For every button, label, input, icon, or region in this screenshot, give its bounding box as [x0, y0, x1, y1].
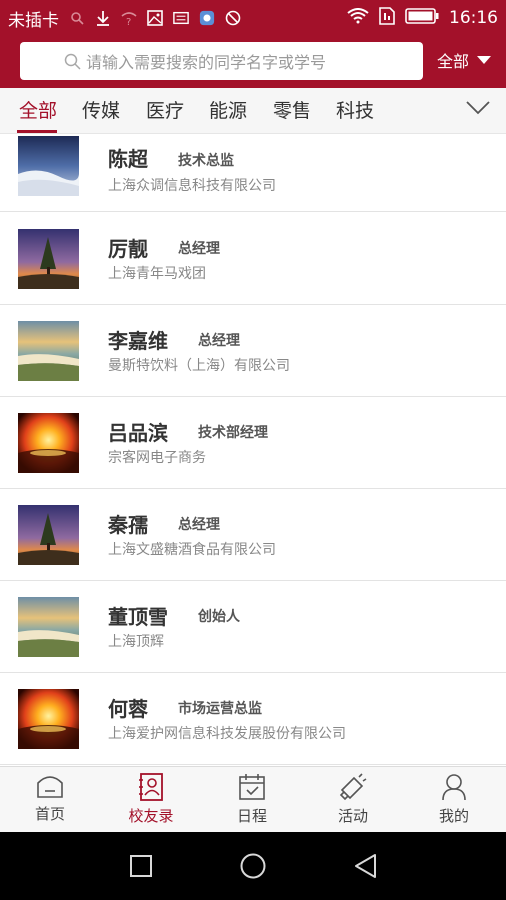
contact-row[interactable]: 李嘉维 总经理 曼斯特饮料（上海）有限公司	[0, 305, 506, 397]
download-icon	[95, 10, 111, 26]
status-right: 16:16	[347, 6, 498, 30]
keyboard-icon	[173, 10, 189, 26]
contact-name: 秦孺	[108, 513, 148, 537]
nav-alumni[interactable]: 校友录	[101, 773, 201, 829]
status-bar: 未插卡 ? 16:16	[0, 0, 506, 36]
home-icon	[37, 776, 63, 798]
clock: 16:16	[449, 8, 498, 28]
calendar-icon	[239, 774, 265, 800]
no-sign-icon	[225, 10, 241, 26]
contact-name: 董顶雪	[108, 605, 168, 629]
search-icon	[69, 10, 85, 26]
contacts-book-icon	[139, 773, 163, 801]
tab-medical[interactable]: 医疗	[146, 96, 184, 123]
nav-home-label: 首页	[34, 805, 65, 823]
avatar	[18, 505, 79, 565]
search-placeholder: 请输入需要搜索的同学名字或学号	[86, 53, 327, 72]
nav-home[interactable]: 首页	[0, 773, 100, 829]
contact-title: 总经理	[178, 517, 220, 533]
tab-all[interactable]: 全部	[19, 96, 57, 123]
contact-title: 技术部经理	[198, 425, 268, 441]
contact-title: 创始人	[198, 609, 240, 625]
contact-title: 市场运营总监	[178, 701, 262, 717]
contact-row[interactable]: 厉靓 总经理 上海青年马戏团	[0, 213, 506, 305]
contact-name: 何蓉	[108, 697, 148, 721]
avatar	[18, 413, 79, 473]
carrier-label: 未插卡	[8, 10, 59, 31]
contact-row[interactable]: 吕品滨 技术部经理 宗客网电子商务	[0, 397, 506, 489]
battery-icon	[405, 7, 439, 29]
search-icon	[64, 53, 81, 74]
image-icon	[147, 10, 163, 26]
contact-company: 上海爱护网信息科技发展股份有限公司	[108, 726, 346, 742]
contact-name: 吕品滨	[108, 421, 168, 445]
nav-schedule[interactable]: 日程	[202, 773, 302, 829]
user-icon	[442, 774, 466, 801]
contact-company: 上海青年马戏团	[108, 266, 206, 282]
nav-events[interactable]: 活动	[303, 773, 403, 829]
recent-apps-icon[interactable]	[129, 854, 153, 878]
active-tab-indicator	[17, 130, 57, 133]
system-nav-bar	[0, 832, 506, 900]
avatar	[18, 229, 79, 289]
contact-row[interactable]: 陈超 技术总监 上海众调信息科技有限公司	[0, 134, 506, 212]
nav-profile[interactable]: 我的	[404, 773, 504, 829]
search-header: 请输入需要搜索的同学名字或学号 全部	[0, 36, 506, 88]
contact-company: 宗客网电子商务	[108, 450, 206, 466]
avatar	[18, 321, 79, 381]
megaphone-icon	[339, 773, 367, 801]
sim-icon	[379, 6, 395, 30]
contact-name: 李嘉维	[108, 329, 168, 353]
contact-company: 上海众调信息科技有限公司	[108, 178, 276, 194]
status-left: 未插卡 ?	[8, 6, 241, 31]
tab-media[interactable]: 传媒	[82, 96, 120, 123]
caret-down-icon	[477, 56, 492, 64]
contact-row[interactable]: 秦孺 总经理 上海文盛糖酒食品有限公司	[0, 489, 506, 581]
filter-dropdown[interactable]: 全部	[437, 48, 492, 72]
contact-title: 总经理	[198, 333, 240, 349]
nav-schedule-label: 日程	[236, 807, 267, 825]
contact-row[interactable]: 何蓉 市场运营总监 上海爱护网信息科技发展股份有限公司	[0, 673, 506, 765]
contact-list: 陈超 技术总监 上海众调信息科技有限公司 厉靓 总经理 上海青年马戏团 李嘉维 …	[0, 134, 506, 766]
bottom-nav: 首页 校友录 日程 活动 我的	[0, 766, 506, 832]
contact-row[interactable]: 董顶雪 创始人 上海顶辉	[0, 581, 506, 673]
category-tabs: 全部 传媒 医疗 能源 零售 科技	[0, 88, 506, 134]
contact-title: 技术总监	[178, 153, 234, 169]
back-icon[interactable]	[353, 853, 379, 879]
avatar	[18, 136, 79, 196]
nav-alumni-label: 校友录	[128, 807, 174, 825]
tab-tech[interactable]: 科技	[336, 96, 374, 123]
chevron-down-icon[interactable]	[466, 100, 490, 119]
filter-label: 全部	[437, 52, 470, 71]
home-circle-icon[interactable]	[239, 852, 267, 880]
nav-profile-label: 我的	[438, 807, 469, 825]
contact-title: 总经理	[178, 241, 220, 257]
contact-name: 厉靓	[108, 237, 148, 261]
contact-name: 陈超	[108, 147, 148, 171]
nav-events-label: 活动	[337, 807, 368, 825]
svg-text:?: ?	[126, 17, 131, 26]
tab-energy[interactable]: 能源	[209, 96, 247, 123]
contact-company: 上海文盛糖酒食品有限公司	[108, 542, 276, 558]
search-input[interactable]: 请输入需要搜索的同学名字或学号	[20, 42, 423, 80]
contact-company: 上海顶辉	[108, 634, 164, 650]
avatar	[18, 689, 79, 749]
wifi-icon	[347, 7, 369, 29]
avatar	[18, 597, 79, 657]
app-icon	[199, 10, 215, 26]
contact-company: 曼斯特饮料（上海）有限公司	[108, 358, 290, 374]
tab-retail[interactable]: 零售	[273, 96, 311, 123]
wifi-question-icon: ?	[121, 10, 137, 26]
